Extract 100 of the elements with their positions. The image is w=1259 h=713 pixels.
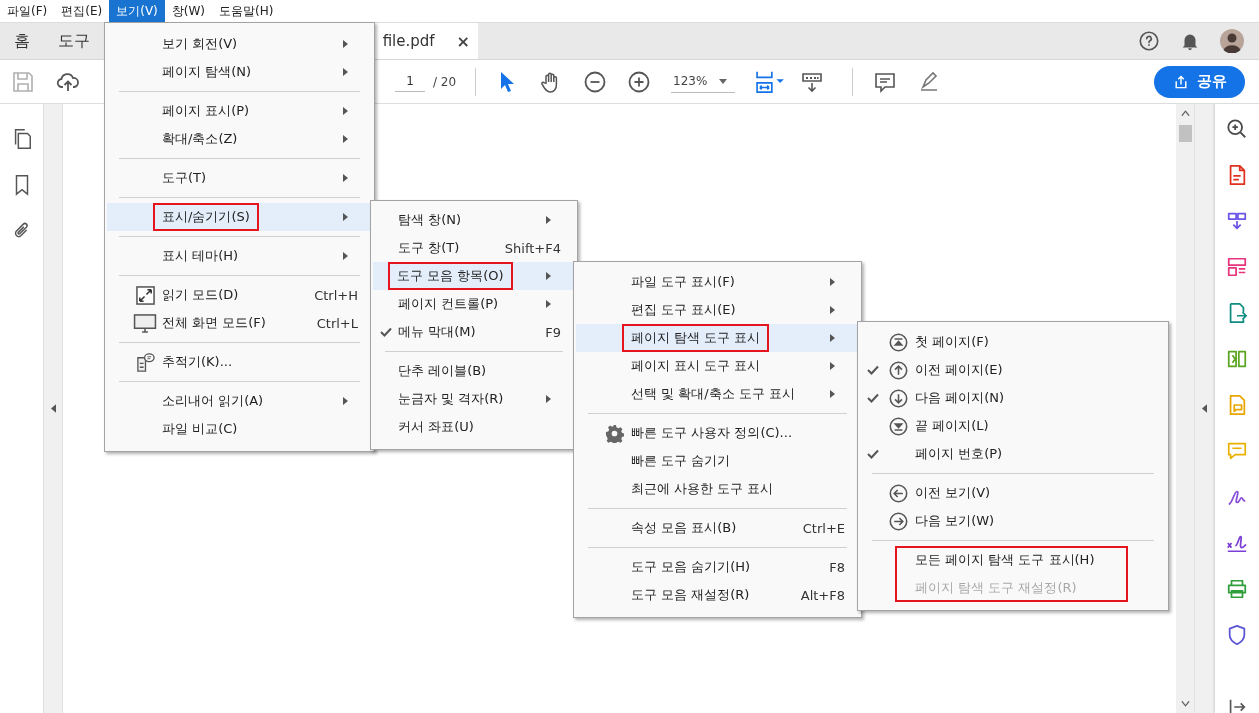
- combine-files-icon[interactable]: [1226, 210, 1248, 232]
- expand-icon: [135, 285, 155, 305]
- organize-pages-icon[interactable]: [1226, 256, 1248, 278]
- menu-item[interactable]: 소리내어 읽기(A): [107, 387, 372, 415]
- menu-item[interactable]: 첫 페이지(F): [860, 328, 1166, 356]
- expand-panel-icon[interactable]: [1201, 404, 1207, 413]
- menu-item[interactable]: 페이지 탐색 도구 표시: [576, 324, 859, 352]
- menu-item[interactable]: 페이지 번호(P): [860, 440, 1166, 468]
- menu-item[interactable]: 다음 보기(W): [860, 507, 1166, 535]
- menu-item[interactable]: 보기 회전(V): [107, 30, 372, 58]
- scroll-up-icon[interactable]: [1180, 110, 1190, 116]
- menu-item[interactable]: 빠른 도구 사용자 정의(C)...: [576, 419, 859, 447]
- submenu-arrow-icon: [342, 135, 348, 143]
- submenu-arrow-icon: [342, 252, 348, 260]
- menu-bar-item[interactable]: 도움말(H): [212, 0, 281, 22]
- arrow-circle-icon: [888, 511, 908, 531]
- shortcut-label: F9: [545, 324, 561, 340]
- gear-icon: [604, 423, 624, 443]
- submenu-arrow-icon: [545, 395, 551, 403]
- shield-icon[interactable]: [1226, 624, 1248, 646]
- menu-item[interactable]: 파일 비교(C): [107, 415, 372, 443]
- help-icon[interactable]: [1138, 30, 1160, 52]
- monitor-icon: [133, 313, 157, 333]
- shortcut-label: Alt+F8: [800, 587, 845, 603]
- caret-icon: [719, 78, 727, 84]
- fit-page-icon[interactable]: [754, 69, 786, 94]
- menu-item[interactable]: 표시/숨기기(S): [107, 203, 372, 231]
- menu-item[interactable]: 속성 모음 표시(B) Ctrl+E: [576, 514, 859, 542]
- menu-item[interactable]: 이전 보기(V): [860, 479, 1166, 507]
- menu-item[interactable]: 단추 레이블(B): [373, 357, 575, 385]
- submenu-arrow-icon: [829, 278, 835, 286]
- menu-item[interactable]: 표시 테마(H): [107, 242, 372, 270]
- shortcut-label: Ctrl+L: [316, 315, 358, 331]
- menu-bar-item[interactable]: 파일(F): [0, 0, 55, 22]
- menu-bar-item[interactable]: 창(W): [164, 0, 213, 22]
- submenu-arrow-icon: [342, 174, 348, 182]
- menu-item[interactable]: 페이지 컨트롤(P): [373, 290, 575, 318]
- menu-item[interactable]: 끝 페이지(L): [860, 412, 1166, 440]
- share-icon: [1172, 73, 1189, 90]
- menu-item[interactable]: 도구 모음 항목(O): [373, 262, 575, 290]
- menu-item[interactable]: 추적기(K)...: [107, 348, 372, 376]
- shortcut-label: Shift+F4: [504, 240, 561, 256]
- page-number-field[interactable]: 1: [395, 71, 425, 92]
- menu-item[interactable]: 커서 좌표(U): [373, 413, 575, 441]
- scroll-down-icon[interactable]: [1180, 701, 1190, 707]
- shortcut-label: Ctrl+E: [802, 520, 845, 536]
- menu-bar-item[interactable]: 편집(E): [54, 0, 110, 22]
- menu-item[interactable]: 최근에 사용한 도구 표시: [576, 475, 859, 503]
- zoom-out-icon[interactable]: [583, 69, 607, 94]
- scrollbar[interactable]: [1176, 104, 1194, 713]
- menu-item[interactable]: 탐색 창(N): [373, 206, 575, 234]
- zoom-icon[interactable]: [1226, 118, 1248, 140]
- page-count: / 20: [433, 74, 458, 89]
- submenu-arrow-icon: [545, 216, 551, 224]
- menu-item[interactable]: 이전 페이지(E): [860, 356, 1166, 384]
- share-button[interactable]: 공유: [1154, 65, 1245, 98]
- scroll-thumb[interactable]: [1178, 125, 1192, 142]
- last-page-icon: [888, 416, 908, 436]
- printer-icon[interactable]: [1226, 578, 1248, 600]
- zoom-in-icon[interactable]: [627, 69, 651, 94]
- submenu-arrow-icon: [342, 397, 348, 405]
- submenu-arrow-icon: [829, 334, 835, 342]
- menu-item[interactable]: 눈금자 및 격자(R): [373, 385, 575, 413]
- menu-item[interactable]: 도구 창(T) Shift+F4: [373, 234, 575, 262]
- avatar-icon[interactable]: [1220, 29, 1244, 53]
- submenu-arrow-icon: [829, 390, 835, 398]
- menu-item[interactable]: 선택 및 확대/축소 도구 표시: [576, 380, 859, 408]
- menu-item[interactable]: 읽기 모드(D) Ctrl+H: [107, 281, 372, 309]
- tab-title[interactable]: file.pdf: [382, 32, 435, 50]
- collapse-left-icon[interactable]: [50, 404, 56, 413]
- menu-item[interactable]: 전체 화면 모드(F) Ctrl+L: [107, 309, 372, 337]
- submenu-arrow-icon: [342, 213, 348, 221]
- submenu-arrow-icon: [342, 40, 348, 48]
- menu-item[interactable]: 확대/축소(Z): [107, 125, 372, 153]
- submenu-arrow-icon: [829, 306, 835, 314]
- menu-item[interactable]: 도구 모음 재설정(R) Alt+F8: [576, 581, 859, 609]
- shortcut-label: Ctrl+H: [314, 287, 358, 303]
- menu-item[interactable]: 메뉴 막대(M) F9: [373, 318, 575, 346]
- menu-item[interactable]: 빠른 도구 숨기기: [576, 447, 859, 475]
- menu-item[interactable]: 도구(T): [107, 164, 372, 192]
- menu-bar-item[interactable]: 보기(V): [109, 0, 165, 22]
- menu-item[interactable]: 페이지 표시(P): [107, 97, 372, 125]
- submenu-arrow-icon: [545, 272, 551, 280]
- menu-item[interactable]: 파일 도구 표시(F): [576, 268, 859, 296]
- menu-item[interactable]: 페이지 탐색(N): [107, 58, 372, 86]
- menu-item[interactable]: 도구 모음 숨기기(H) F8: [576, 553, 859, 581]
- split-pages-icon[interactable]: [1226, 348, 1248, 370]
- menu-item[interactable]: 편집 도구 표시(E): [576, 296, 859, 324]
- close-tab-button[interactable]: ×: [456, 31, 470, 51]
- shortcut-label: F8: [829, 559, 845, 575]
- arrow-circle-icon: [888, 483, 908, 503]
- zoom-dropdown[interactable]: 123%: [671, 70, 735, 93]
- menu-item[interactable]: 다음 페이지(N): [860, 384, 1166, 412]
- document-comment-icon: [135, 352, 155, 372]
- menu-item[interactable]: 페이지 표시 도구 표시: [576, 352, 859, 380]
- submenu-arrow-icon: [545, 300, 551, 308]
- submenu-arrow-icon: [342, 68, 348, 76]
- arrow-circle-icon: [888, 388, 908, 408]
- tab[interactable]: 홈: [0, 23, 44, 59]
- tab[interactable]: 도구: [44, 23, 104, 59]
